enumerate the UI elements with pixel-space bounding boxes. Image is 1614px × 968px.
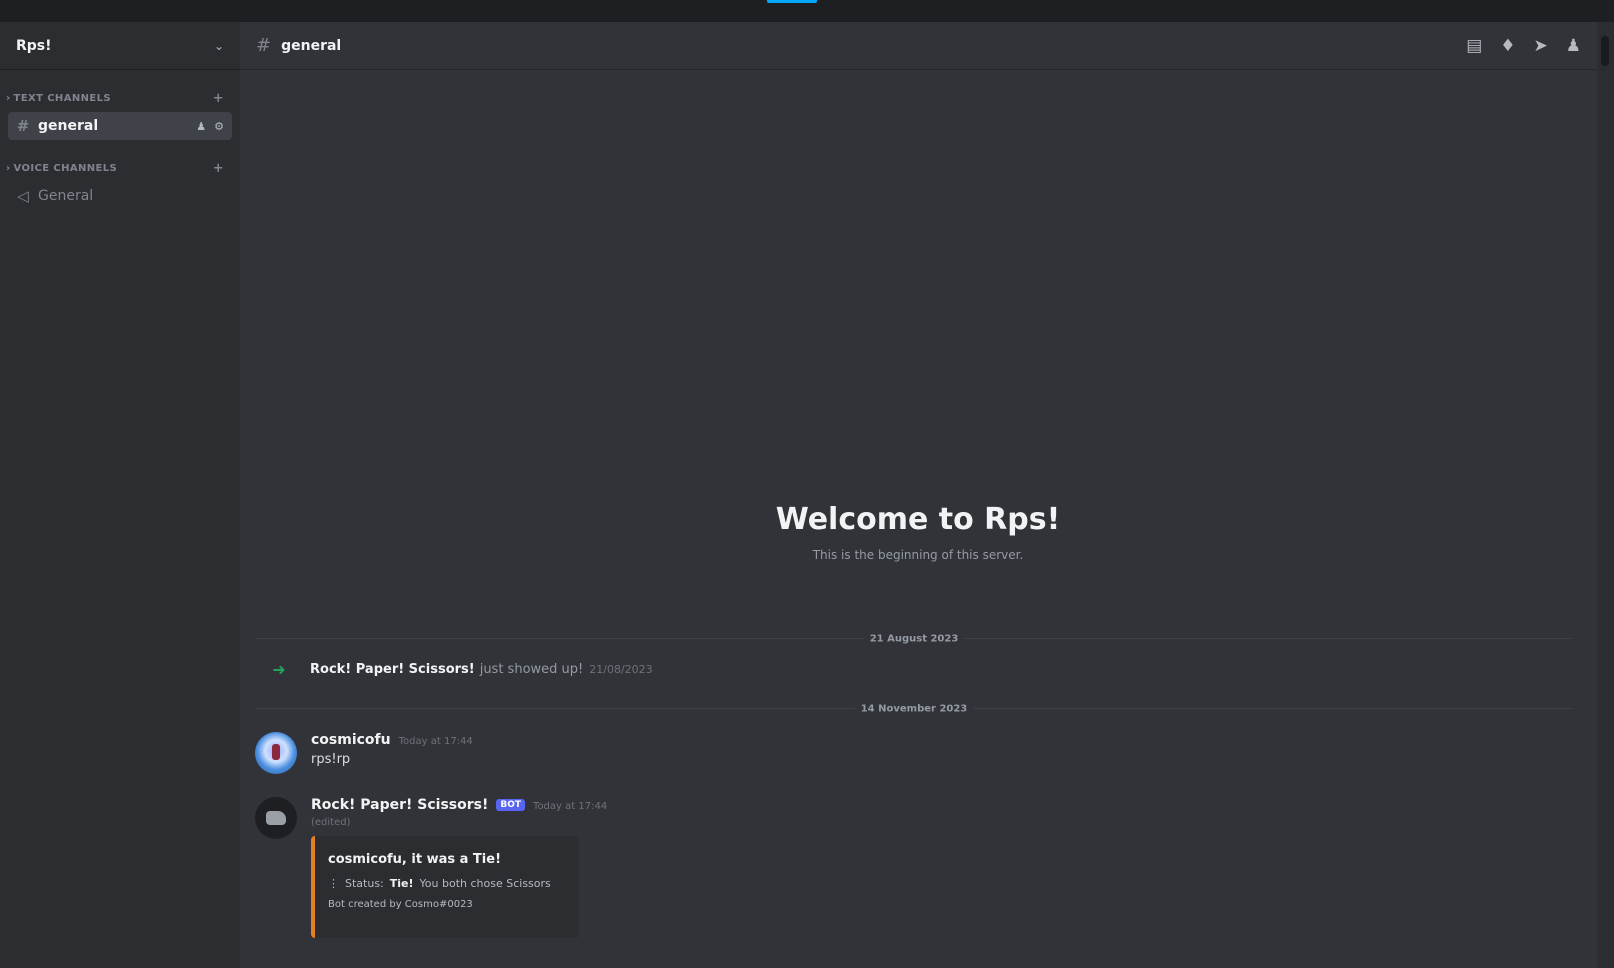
- field-detail: You both chose Scissors: [419, 877, 551, 890]
- scrollbar-thumb[interactable]: [1601, 36, 1609, 66]
- chat-header: # general ▤ ♦ ➤ ♟: [240, 22, 1597, 70]
- gear-icon[interactable]: ⚙: [214, 120, 224, 133]
- embed-footer: Bot created by Cosmo#0023: [328, 899, 473, 910]
- add-channel-icon[interactable]: +: [213, 161, 224, 176]
- category-chevron-icon: ›: [6, 162, 11, 174]
- channel-title: general: [281, 37, 342, 54]
- bell-icon[interactable]: ♦: [1500, 36, 1515, 56]
- message-item: Rock! Paper! Scissors! BOT Today at 17:4…: [255, 797, 607, 938]
- message-text: rps!rp: [311, 752, 351, 767]
- timestamp: Today at 17:44: [533, 801, 608, 812]
- result-embed: cosmicofu, it was a Tie! ⋮ Status: Tie! …: [311, 836, 579, 938]
- category-text-channels[interactable]: › TEXT CHANNELS +: [0, 86, 240, 110]
- hash-icon: #: [16, 117, 30, 135]
- add-channel-icon[interactable]: +: [213, 91, 224, 106]
- embed-title: cosmicofu, it was a Tie!: [328, 852, 501, 867]
- channel-name: General: [38, 188, 94, 204]
- join-arrow-icon: ➜: [272, 660, 286, 679]
- category-chevron-icon: ›: [6, 92, 11, 104]
- server-header[interactable]: Rps! ⌄: [0, 22, 240, 70]
- bot-badge: BOT: [496, 799, 526, 811]
- username[interactable]: cosmicofu: [311, 732, 391, 748]
- members-icon[interactable]: ♟: [1566, 36, 1581, 56]
- scrollbar[interactable]: [1597, 22, 1614, 968]
- welcome-subtitle: This is the beginning of this server.: [812, 548, 1024, 562]
- channel-name: general: [38, 118, 99, 134]
- category-label: VOICE CHANNELS: [13, 162, 118, 174]
- timestamp: Today at 17:44: [398, 736, 473, 747]
- channel-sidebar: Rps! ⌄ › TEXT CHANNELS + # general ♟ ⚙ ›…: [0, 22, 240, 968]
- join-message: ➜ Rock! Paper! Scissors! just showed up!…: [256, 660, 653, 679]
- date-divider: 14 November 2023: [256, 703, 1572, 715]
- category-label: TEXT CHANNELS: [13, 92, 111, 104]
- invite-icon[interactable]: ♟: [196, 120, 206, 133]
- pin-icon[interactable]: ➤: [1534, 36, 1548, 56]
- category-voice-channels[interactable]: › VOICE CHANNELS +: [0, 156, 240, 180]
- username[interactable]: Rock! Paper! Scissors!: [311, 797, 488, 813]
- field-value: Tie!: [389, 877, 414, 890]
- welcome-block: Welcome to Rps! This is the beginning of…: [744, 500, 1092, 562]
- update-indicator: [767, 0, 817, 3]
- threads-icon[interactable]: ▤: [1466, 36, 1482, 56]
- date-label: 21 August 2023: [863, 633, 965, 645]
- edited-label: (edited): [311, 817, 351, 828]
- embed-field: ⋮ Status: Tie! You both chose Scissors: [328, 877, 567, 890]
- join-text: just showed up!: [479, 662, 584, 677]
- channel-item-general[interactable]: # general ♟ ⚙: [8, 112, 232, 140]
- join-user[interactable]: Rock! Paper! Scissors!: [310, 662, 475, 677]
- date-label: 14 November 2023: [854, 703, 974, 715]
- message-item: cosmicofu Today at 17:44 rps!rp: [255, 732, 473, 774]
- date-divider: 21 August 2023: [256, 633, 1572, 645]
- status-icon: ⋮: [328, 877, 339, 890]
- welcome-title: Welcome to Rps!: [775, 502, 1061, 537]
- avatar[interactable]: [255, 732, 297, 774]
- voice-channel-general[interactable]: ◁ General: [8, 182, 232, 210]
- hash-icon: #: [256, 35, 272, 56]
- timestamp: 21/08/2023: [589, 663, 653, 676]
- speaker-icon: ◁: [17, 187, 29, 205]
- field-label: Status:: [345, 877, 384, 890]
- chevron-down-icon[interactable]: ⌄: [214, 39, 224, 53]
- title-bar: [0, 0, 1614, 22]
- avatar[interactable]: [255, 797, 297, 839]
- server-name: Rps!: [16, 37, 52, 54]
